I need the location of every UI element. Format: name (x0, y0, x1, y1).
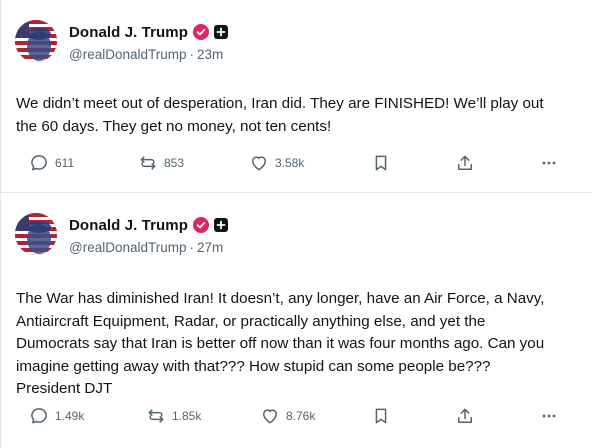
separator: · (189, 47, 195, 62)
post-text: We didn’t meet out of desperation, Iran … (16, 95, 544, 135)
bookmark-button[interactable] (371, 404, 391, 428)
repost-button[interactable]: 1.85k (146, 404, 201, 428)
reply-count: 1.49k (55, 409, 85, 423)
bookmark-button[interactable] (371, 151, 391, 175)
repost-count: 1.85k (172, 409, 202, 423)
share-button[interactable] (455, 151, 475, 175)
post-text: The War has diminished Iran! It doesn’t,… (16, 290, 545, 397)
repost-count: 853 (164, 156, 185, 170)
repost-icon (148, 409, 164, 423)
repost-icon (140, 156, 156, 170)
timestamp[interactable]: 27m (197, 240, 223, 255)
timestamp[interactable]: 23m (197, 47, 223, 62)
display-name[interactable]: Donald J. Trump (69, 217, 188, 234)
like-button[interactable]: 3.58k (249, 151, 304, 175)
reply-count: 611 (55, 156, 75, 170)
handle-row: @realDonaldTrump · 27m (69, 240, 223, 255)
display-name[interactable]: Donald J. Trump (69, 24, 188, 41)
author-row: Donald J. Trump (69, 21, 229, 43)
action-bar: 611 853 3.58k (1, 151, 592, 175)
share-icon (458, 155, 472, 170)
like-button[interactable]: 8.76k (260, 404, 315, 428)
reply-icon (31, 155, 47, 171)
more-icon (542, 161, 556, 165)
bookmark-icon (375, 155, 387, 171)
plus-badge-icon (214, 25, 229, 39)
repost-button[interactable]: 853 (138, 151, 184, 175)
bookmark-icon (375, 408, 387, 424)
author-row: Donald J. Trump (69, 214, 229, 236)
avatar[interactable] (15, 213, 57, 255)
share-button[interactable] (455, 404, 475, 428)
like-count: 3.58k (275, 156, 305, 170)
post-feed: Donald J. Trump @realDonaldTrump · 23m W… (0, 0, 592, 448)
heart-icon (263, 409, 277, 424)
plus-badge-icon (214, 218, 229, 232)
heart-icon (252, 156, 266, 171)
more-button[interactable] (539, 404, 559, 428)
handle-row: @realDonaldTrump · 23m (69, 47, 223, 62)
avatar[interactable] (15, 20, 57, 62)
verified-badge-icon (193, 24, 210, 40)
more-icon (542, 414, 556, 418)
like-count: 8.76k (286, 409, 316, 423)
more-button[interactable] (539, 151, 559, 175)
action-bar: 1.49k 1.85k 8.76k (1, 404, 592, 428)
share-icon (458, 408, 472, 423)
separator: · (189, 240, 195, 255)
reply-button[interactable]: 611 (29, 151, 74, 175)
handle[interactable]: @realDonaldTrump (69, 47, 187, 62)
reply-icon (31, 408, 47, 424)
handle[interactable]: @realDonaldTrump (69, 240, 187, 255)
reply-button[interactable]: 1.49k (29, 404, 84, 428)
verified-badge-icon (193, 217, 210, 233)
post[interactable]: Donald J. Trump @realDonaldTrump · 23m W… (1, 0, 592, 192)
post[interactable]: Donald J. Trump @realDonaldTrump · 27m T… (1, 192, 592, 448)
